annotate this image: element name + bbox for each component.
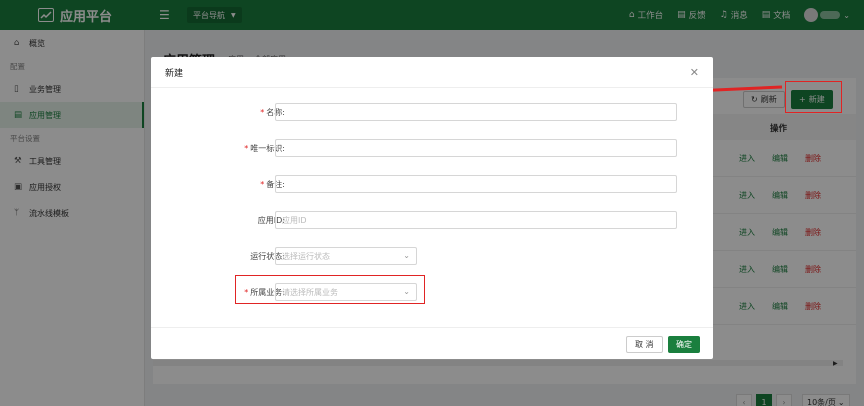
unique-id-input[interactable] [275, 139, 677, 157]
app-id-input[interactable]: 应用ID [275, 211, 677, 229]
confirm-button[interactable]: 确定 [668, 336, 700, 353]
annotation-highlight-new-button [785, 81, 842, 113]
dialog-title: 新建 [165, 68, 184, 79]
required-mark: * [260, 108, 265, 117]
form-row-app-id: 应用ID: 应用ID [151, 211, 713, 229]
form-row-name: * 名称: [151, 103, 713, 121]
annotation-highlight-business-field [235, 275, 425, 304]
chevron-down-icon: ⌄ [403, 251, 410, 260]
select-placeholder: 选择运行状态 [282, 251, 330, 261]
close-icon[interactable]: ✕ [690, 66, 699, 79]
cancel-button[interactable]: 取 消 [626, 336, 663, 353]
run-status-select[interactable]: 选择运行状态 ⌄ [275, 247, 417, 265]
form-row-unique-id: * 唯一标识: [151, 139, 713, 157]
name-input[interactable] [275, 103, 677, 121]
dialog-header: 新建 ✕ [151, 57, 713, 88]
dialog-footer: 取 消 确定 [151, 327, 713, 359]
required-mark: * [260, 180, 265, 189]
required-mark: * [244, 144, 249, 153]
form-row-run-status: 运行状态: 选择运行状态 ⌄ [151, 247, 713, 265]
remark-input[interactable] [275, 175, 677, 193]
new-app-dialog: 新建 ✕ * 名称: * 唯一标识: * 备注: 应用ID: 应用ID 运行状态: 选… [151, 57, 713, 359]
form-row-remark: * 备注: [151, 175, 713, 193]
